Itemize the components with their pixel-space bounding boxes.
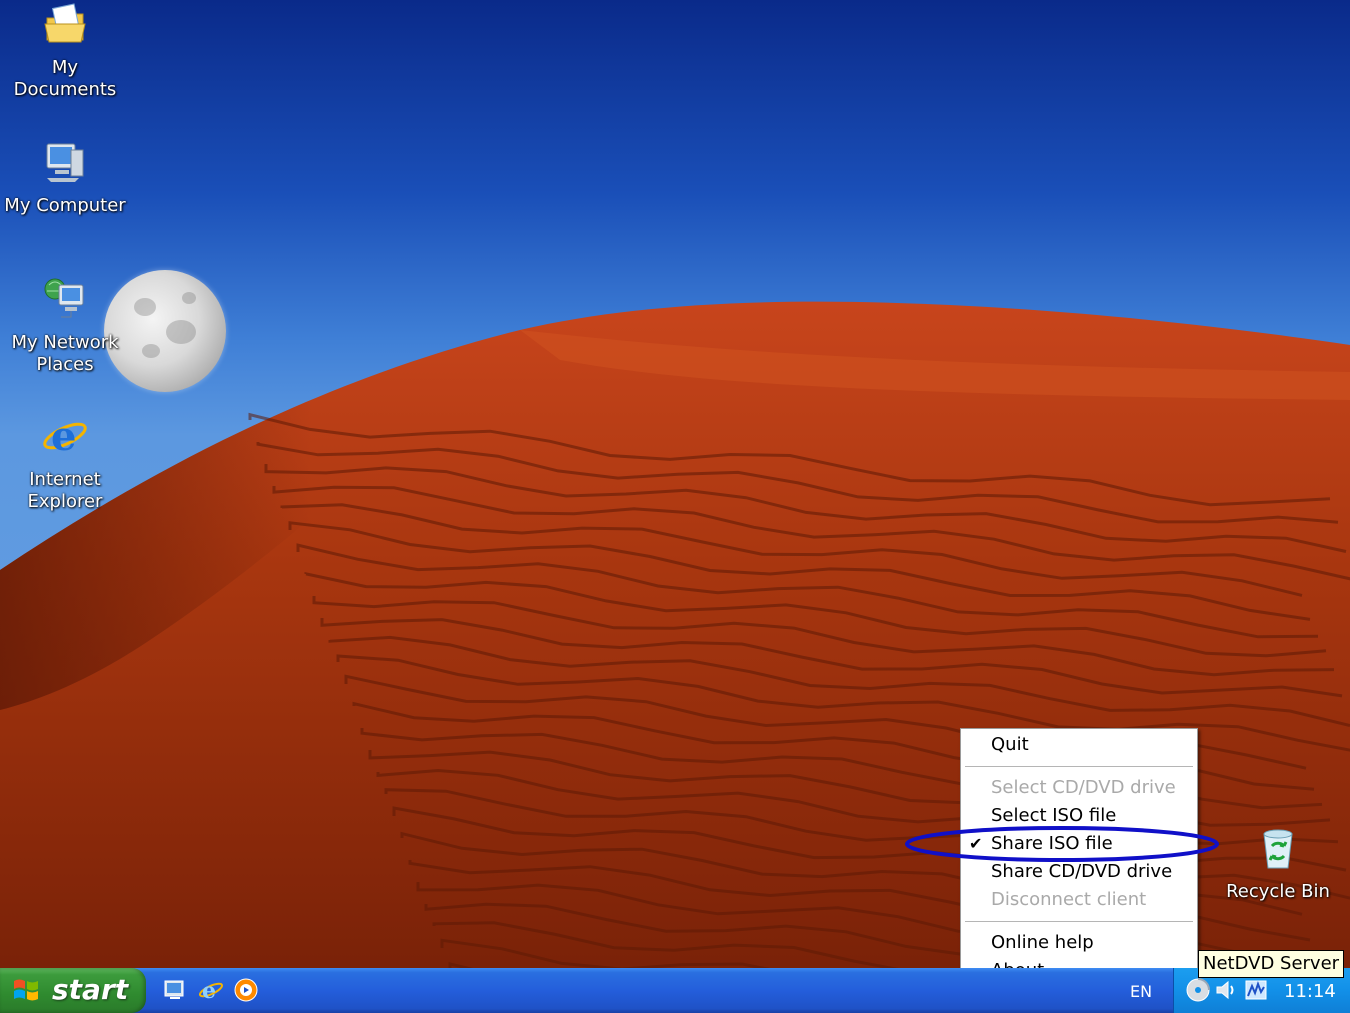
menu-item-select-cd-dvd-drive: Select CD/DVD drive (961, 774, 1197, 802)
menu-item-quit[interactable]: Quit (961, 731, 1197, 759)
menu-item-label: Disconnect client (991, 889, 1147, 910)
start-label: start (52, 973, 129, 1006)
volume-icon[interactable] (1214, 978, 1238, 1002)
recycle-bin-icon (1263, 829, 1293, 869)
computer-icon (46, 143, 84, 182)
media-player-icon[interactable] (233, 977, 259, 1003)
desktop-icon-label: Places (36, 354, 94, 375)
desktop-icon-my-documents[interactable]: My Documents (0, 0, 130, 101)
desktop-icon-internet-explorer[interactable]: e Internet Explorer (0, 412, 130, 513)
svg-text:e: e (202, 978, 216, 1003)
menu-item-label: Select ISO file (991, 805, 1117, 826)
internet-explorer-icon: e (43, 413, 87, 460)
desktop-icon-label: Explorer (27, 491, 103, 512)
menu-item-label: Select CD/DVD drive (991, 777, 1176, 798)
clock[interactable]: 11:14 (1284, 981, 1336, 1002)
svg-text:e: e (51, 413, 76, 460)
menu-separator (965, 921, 1193, 922)
desktop-icon-label: Internet (29, 469, 101, 490)
windows-flag-icon (14, 979, 38, 1001)
tooltip-netdvd-server: NetDVD Server (1198, 950, 1345, 978)
desktop-icon-label: Recycle Bin (1226, 881, 1330, 902)
menu-item-label: Share CD/DVD drive (991, 861, 1173, 882)
show-desktop-icon[interactable] (162, 977, 188, 1003)
taskbar: start e EN 11:14 (0, 968, 1350, 1013)
menu-item-online-help[interactable]: Online help (961, 929, 1197, 957)
menu-item-label: Online help (991, 932, 1094, 953)
menu-separator (965, 766, 1193, 767)
desktop-icon-label: My Documents (13, 57, 117, 100)
menu-item-disconnect-client: Disconnect client (961, 886, 1197, 914)
menu-item-label: Quit (991, 734, 1029, 755)
desktop-icon-label: My Network (11, 332, 119, 353)
desktop-icon-recycle-bin[interactable]: Recycle Bin (1213, 824, 1343, 903)
desktop-icon-my-computer[interactable]: My Computer (0, 138, 130, 217)
folder-document-icon (44, 3, 86, 43)
language-indicator[interactable]: EN (1130, 982, 1152, 1001)
monitor-tray-icon[interactable] (1244, 978, 1268, 1002)
netdvd-disc-icon[interactable] (1186, 978, 1210, 1002)
network-places-icon (44, 278, 84, 318)
desktop-icon-label: My Computer (4, 195, 126, 216)
highlight-ellipse (905, 826, 1219, 862)
start-button[interactable]: start (0, 968, 146, 1013)
desktop-icon-my-network-places[interactable]: My Network Places (0, 275, 130, 376)
internet-explorer-icon[interactable]: e (198, 977, 224, 1003)
